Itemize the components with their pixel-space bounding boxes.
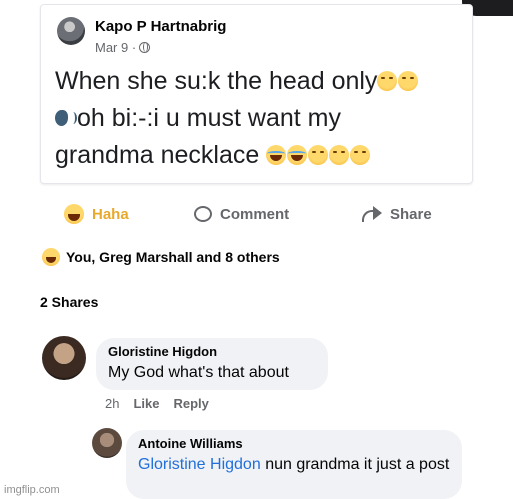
- smirk-emoji-icon: [377, 71, 398, 91]
- reactions-summary-text: You, Greg Marshall and 8 others: [66, 249, 280, 265]
- haha-button[interactable]: Haha: [64, 202, 194, 226]
- globe-icon: [139, 42, 151, 53]
- reply-author-avatar[interactable]: [92, 428, 122, 458]
- like-link[interactable]: Like: [133, 396, 159, 411]
- commenter-name[interactable]: Gloristine Higdon: [108, 344, 316, 359]
- post-text-line-1: When she su:k the head only: [55, 63, 465, 100]
- reply-mention[interactable]: Gloristine Higdon: [138, 456, 261, 473]
- comment-meta: 2h Like Reply: [105, 396, 209, 411]
- post-text: When she su:k the head only oh bi:-:i u …: [55, 63, 465, 174]
- smirk-emoji-icon: [398, 71, 419, 91]
- post-action-bar: Haha Comment Share: [64, 202, 464, 226]
- haha-icon: [64, 204, 84, 224]
- imgflip-watermark: imgflip.com: [4, 484, 60, 496]
- comment-icon: [194, 206, 212, 222]
- post-author-name[interactable]: Kapo P Hartnabrig: [95, 18, 226, 35]
- smirk-emoji-icon: [329, 145, 350, 165]
- post-line-2-text: oh bi:-:i u must want my: [77, 104, 341, 132]
- post-text-line-2: oh bi:-:i u must want my: [55, 100, 465, 137]
- haha-reaction-icon: [42, 248, 60, 266]
- comment-label: Comment: [220, 205, 290, 223]
- reply-text: Gloristine Higdon nun grandma it just a …: [138, 455, 450, 474]
- reply-body: nun grandma it just a post: [265, 456, 450, 473]
- comment-bubble: Gloristine Higdon My God what's that abo…: [96, 338, 328, 390]
- haha-label: Haha: [92, 205, 129, 223]
- comment-button[interactable]: Comment: [194, 202, 362, 226]
- reactions-summary[interactable]: You, Greg Marshall and 8 others: [42, 248, 280, 266]
- smirk-emoji-icon: [350, 145, 371, 165]
- speaking-head-icon: [55, 108, 77, 128]
- share-icon: [362, 206, 382, 222]
- post-date-text[interactable]: Mar 9 ·: [95, 40, 136, 55]
- reply-author-name[interactable]: Antoine Williams: [138, 436, 450, 451]
- comment-text: My God what's that about: [108, 364, 289, 381]
- laughing-emoji-icon: [287, 145, 308, 165]
- reply-link[interactable]: Reply: [173, 396, 208, 411]
- share-label: Share: [390, 205, 432, 223]
- reply-bubble: Antoine Williams Gloristine Higdon nun g…: [126, 430, 462, 499]
- laughing-emoji-icon: [266, 145, 287, 165]
- commenter-avatar[interactable]: [42, 336, 86, 380]
- comment-time[interactable]: 2h: [105, 396, 119, 411]
- post-date: Mar 9 ·: [95, 40, 151, 55]
- shares-count[interactable]: 2 Shares: [40, 294, 98, 310]
- smirk-emoji-icon: [308, 145, 329, 165]
- post-line-1-text: When she su:k the head only: [55, 67, 378, 95]
- author-avatar[interactable]: [57, 17, 85, 45]
- post-card: Kapo P Hartnabrig Mar 9 · When she su:k …: [40, 4, 473, 184]
- post-text-line-3: grandma necklace: [55, 137, 465, 174]
- post-line-3-text: grandma necklace: [55, 141, 260, 169]
- share-button[interactable]: Share: [362, 202, 432, 226]
